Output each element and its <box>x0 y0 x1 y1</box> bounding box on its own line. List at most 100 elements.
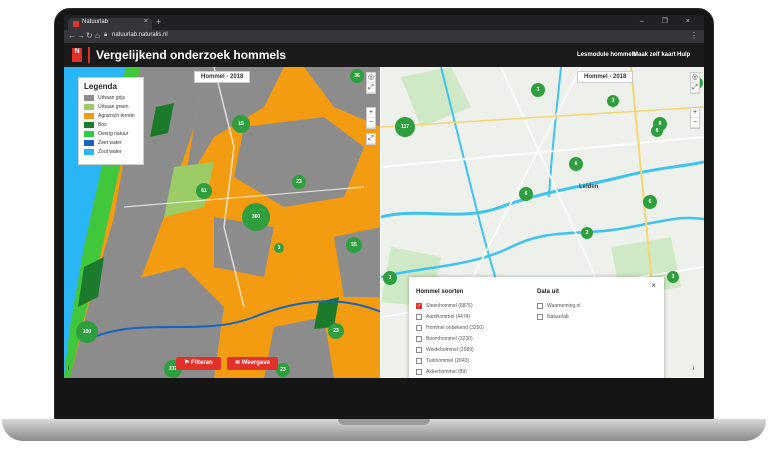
species-label: Weidehommel (2589) <box>426 347 474 353</box>
cluster-marker[interactable]: 3 <box>531 83 545 97</box>
zoom-in-button[interactable]: + <box>367 108 375 118</box>
lock-icon: 🔒︎ <box>104 32 108 38</box>
landuse-map[interactable]: Legenda Urbaan grijs Urbaan groen Agrari… <box>64 67 381 378</box>
source-label: Natuurlab <box>547 314 569 320</box>
legend-swatch <box>84 95 94 101</box>
browser-tab[interactable]: Natuurlab × <box>68 18 152 30</box>
cluster-marker[interactable]: 2 <box>581 227 593 239</box>
legend-swatch <box>84 122 94 128</box>
favicon-icon <box>73 21 79 27</box>
cluster-marker[interactable]: 23 <box>328 323 344 339</box>
cluster-marker[interactable]: 100 <box>76 321 98 343</box>
legend-label: Zoet water <box>98 140 122 146</box>
locate-icon[interactable]: ◎ <box>691 73 699 83</box>
legend-swatch <box>84 149 94 155</box>
cluster-marker[interactable]: 6 <box>519 187 533 201</box>
legend-item: Bos <box>84 121 138 129</box>
cluster-marker[interactable]: 3 <box>607 95 619 107</box>
species-label: Aardhommel (4474) <box>426 314 471 320</box>
checkbox[interactable] <box>537 303 543 309</box>
zoom-in-button[interactable]: + <box>691 108 699 118</box>
species-checkbox-row[interactable]: Weidehommel (2589) <box>416 346 474 354</box>
arrow-right-icon[interactable]: → <box>77 31 85 40</box>
species-checkbox-row[interactable]: Akkerhommel (89) <box>416 368 467 376</box>
cluster-marker[interactable]: 117 <box>395 117 415 137</box>
zoom-out-button[interactable]: − <box>367 118 375 128</box>
checkbox[interactable] <box>416 358 422 364</box>
legend-title: Legenda <box>84 82 117 91</box>
cluster-marker[interactable]: 23 <box>276 363 290 377</box>
address-bar: ← → ↻ ⌂ 🔒︎ natuurlab.naturalis.nl ⋮ <box>64 30 704 43</box>
map-year-label-right: Hommel - 2018 <box>577 71 634 83</box>
checkbox[interactable]: ✓ <box>416 303 422 309</box>
source-checkbox-row[interactable]: Waarneming.nl <box>537 302 580 310</box>
url-input[interactable]: natuurlab.naturalis.nl <box>112 32 168 41</box>
place-label: Leiden <box>579 184 599 190</box>
laptop-notch <box>338 419 430 425</box>
checkbox[interactable] <box>416 325 422 331</box>
page-title: Vergelijkend onderzoek hommels <box>96 48 287 62</box>
close-icon[interactable]: × <box>651 281 656 290</box>
browser-tab-bar: Natuurlab × + – ❐ × <box>64 15 704 30</box>
menu-icon[interactable]: ⋮ <box>690 31 698 40</box>
map-controls-left-extra: ⤢ <box>366 133 376 145</box>
checkbox[interactable] <box>537 314 543 320</box>
view-button[interactable]: ≋ Weergave <box>227 357 278 370</box>
legend-item: Zoet water <box>84 139 138 147</box>
legend-label: Agrarisch terrein <box>98 113 135 119</box>
naturalis-logo[interactable]: N <box>72 48 82 62</box>
nav-link-maak-kaart[interactable]: Maak zelf kaart <box>633 52 676 58</box>
fullscreen-icon[interactable]: ⤢ <box>367 83 375 93</box>
filter-button[interactable]: ⚑ Filteren <box>176 357 221 370</box>
cluster-marker[interactable]: 8 <box>651 125 663 137</box>
species-checkbox-row[interactable]: Hommel onbekend (3250) <box>416 324 484 332</box>
checkbox[interactable] <box>416 336 422 342</box>
checkbox[interactable] <box>416 347 422 353</box>
species-checkbox-row[interactable]: Aardhommel (4474) <box>416 313 470 321</box>
tab-close-icon[interactable]: × <box>144 18 148 25</box>
cluster-marker[interactable]: 3 <box>274 243 284 253</box>
cluster-marker[interactable]: 55 <box>346 237 362 253</box>
species-checkbox-row[interactable]: Tuinhommel (2043) <box>416 357 469 365</box>
window-controls[interactable]: – ❐ × <box>640 17 698 25</box>
cluster-marker[interactable]: 6 <box>643 195 657 209</box>
map-legend: Legenda Urbaan grijs Urbaan groen Agrari… <box>78 77 144 165</box>
nav-link-hulp[interactable]: Hulp <box>677 52 690 58</box>
reload-icon[interactable]: ↻ <box>86 31 93 40</box>
cluster-marker[interactable]: 3 <box>667 271 679 283</box>
cluster-marker[interactable]: 360 <box>242 203 270 231</box>
fullscreen-icon[interactable]: ⤢ <box>691 83 699 93</box>
home-icon[interactable]: ⌂ <box>95 31 100 40</box>
legend-item: Zout water <box>84 148 138 156</box>
cluster-marker[interactable]: 15 <box>232 115 250 133</box>
species-checkbox-row[interactable]: ✓ Steenhommel (6876) <box>416 302 473 310</box>
cluster-marker[interactable]: 3 <box>383 271 397 285</box>
locate-icon[interactable]: ◎ <box>367 73 375 83</box>
fullscreen-icon[interactable]: ⤢ <box>367 134 375 144</box>
screen-bezel-bottom <box>64 378 704 411</box>
checkbox[interactable] <box>416 314 422 320</box>
checkbox[interactable] <box>416 369 422 375</box>
laptop-screen: Natuurlab × + – ❐ × ← → ↻ ⌂ 🔒︎ natuurlab… <box>64 15 704 411</box>
new-tab-icon[interactable]: + <box>156 17 161 27</box>
legend-item: Urbaan groen <box>84 103 138 111</box>
legend-label: Zout water <box>98 149 122 155</box>
info-icon[interactable]: i <box>693 366 694 372</box>
info-icon[interactable]: i <box>68 366 69 372</box>
legend-label: Urbaan grijs <box>98 95 125 101</box>
arrow-left-icon[interactable]: ← <box>68 31 76 40</box>
source-checkbox-row[interactable]: Natuurlab <box>537 313 569 321</box>
nav-link-lesmodule[interactable]: Lesmodule hommels <box>577 52 637 58</box>
species-label: Tuinhommel (2043) <box>426 358 470 364</box>
cluster-marker[interactable]: 61 <box>196 183 212 199</box>
cluster-marker[interactable]: 6 <box>569 157 583 171</box>
cluster-marker[interactable]: 36 <box>350 69 364 83</box>
zoom-out-button[interactable]: − <box>691 118 699 128</box>
species-checkbox-row[interactable]: Boomhommel (3230) <box>416 335 473 343</box>
legend-item: Agrarisch terrein <box>84 112 138 120</box>
map-year-label-left: Hommel - 2018 <box>194 71 251 83</box>
logo-separator <box>88 47 90 63</box>
cluster-marker[interactable]: 23 <box>292 175 306 189</box>
map-controls-right: ◎ ⤢ <box>690 72 700 94</box>
legend-swatch <box>84 131 94 137</box>
